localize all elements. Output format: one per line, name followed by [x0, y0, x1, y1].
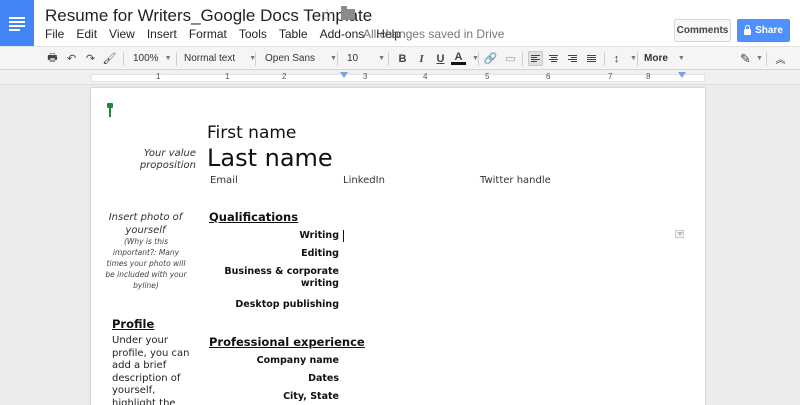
font-size-select[interactable]: 10 ▼ — [347, 50, 385, 67]
comments-button[interactable]: Comments — [674, 19, 731, 42]
style-value: Normal text — [184, 53, 236, 64]
last-name-heading[interactable]: Last name — [207, 144, 333, 172]
line-spacing-icon[interactable]: ↕ — [609, 51, 624, 66]
app-header: Resume for Writers_Google Docs Template … — [0, 0, 800, 46]
experience-heading[interactable]: Professional experience — [209, 335, 365, 349]
paint-format-icon[interactable]: 🖌 — [102, 51, 117, 66]
menu-tools[interactable]: Tools — [239, 27, 267, 41]
photo-placeholder-note[interactable]: (Why is this important?: Many times your… — [105, 236, 187, 291]
more-label: More — [644, 53, 668, 64]
text-color-button[interactable]: A — [451, 51, 466, 65]
menu-format[interactable]: Format — [189, 27, 227, 41]
menu-addons[interactable]: Add-ons — [320, 27, 365, 41]
first-name-heading[interactable]: First name — [207, 123, 296, 143]
paragraph-style-select[interactable]: Normal text ▼ — [184, 50, 256, 67]
ruler-number: 3 — [363, 72, 368, 81]
menu-insert[interactable]: Insert — [147, 27, 177, 41]
save-status[interactable]: All changes saved in Drive — [363, 27, 504, 41]
chevron-down-icon: ▼ — [378, 55, 386, 62]
skill-item[interactable]: Writing — [241, 230, 339, 242]
ruler-number: 1 — [156, 72, 161, 81]
chevron-down-icon: ▼ — [677, 55, 685, 62]
photo-placeholder-title[interactable]: Insert photo of yourself — [104, 211, 187, 237]
menu-edit[interactable]: Edit — [76, 27, 97, 41]
ruler-number: 5 — [485, 72, 490, 81]
ruler-number: 4 — [423, 72, 428, 81]
right-indent-marker[interactable] — [678, 72, 686, 78]
comment-icon[interactable]: ▭ — [503, 51, 518, 66]
font-size-value: 10 — [347, 53, 359, 64]
align-justify-button[interactable] — [584, 51, 599, 66]
share-button[interactable]: Share — [737, 19, 790, 42]
underline-button[interactable]: U — [433, 51, 448, 66]
ruler-number: 7 — [608, 72, 613, 81]
menu-bar: File Edit View Insert Format Tools Table… — [45, 27, 413, 41]
menu-table[interactable]: Table — [279, 27, 308, 41]
skill-item[interactable]: Editing — [241, 248, 339, 260]
ruler-track — [91, 74, 705, 82]
redo-icon[interactable]: ↷ — [83, 51, 98, 66]
folder-icon[interactable] — [341, 6, 355, 20]
comment-dropdown-icon[interactable] — [675, 230, 684, 238]
contact-linkedin[interactable]: LinkedIn — [343, 175, 385, 186]
line-spacing-dropdown[interactable]: ▼ — [624, 50, 637, 67]
value-proposition[interactable]: Your value proposition — [116, 148, 196, 172]
contact-email[interactable]: Email — [210, 175, 238, 186]
bold-button[interactable]: B — [395, 51, 410, 66]
editing-mode-dropdown[interactable]: ▼ — [750, 50, 763, 67]
profile-text[interactable]: Under your profile, you can add a brief … — [112, 335, 192, 405]
skill-item[interactable]: Business & corporate writing — [221, 266, 339, 290]
collapse-menus-icon[interactable]: ︽ — [773, 51, 788, 66]
formatting-toolbar: 🖶 ↶ ↷ 🖌 100% ▼ Normal text ▼ Open Sans ▼… — [0, 46, 800, 70]
contact-twitter[interactable]: Twitter handle — [480, 175, 551, 186]
experience-item[interactable]: Company name — [221, 355, 339, 367]
align-right-button[interactable] — [565, 51, 580, 66]
text-color-dropdown[interactable]: ▼ — [466, 50, 479, 67]
italic-button[interactable]: I — [414, 51, 429, 66]
more-button[interactable]: More ▼ — [644, 50, 685, 67]
zoom-select[interactable]: 100% ▼ — [133, 50, 172, 67]
ruler-number: 1 — [225, 72, 230, 81]
horizontal-ruler[interactable]: 1 1 2 3 4 5 6 7 8 — [0, 70, 800, 85]
chevron-down-icon: ▼ — [756, 55, 763, 62]
skill-item[interactable]: Desktop publishing — [221, 299, 339, 311]
menu-file[interactable]: File — [45, 27, 64, 41]
docs-logo-icon[interactable] — [0, 0, 34, 46]
star-icon[interactable]: ☆ — [320, 5, 334, 25]
align-center-button[interactable] — [546, 51, 561, 66]
font-value: Open Sans — [265, 53, 316, 64]
undo-icon[interactable]: ↶ — [64, 51, 79, 66]
link-icon[interactable]: 🔗 — [483, 51, 498, 66]
chevron-down-icon: ▼ — [164, 55, 172, 62]
left-indent-marker[interactable] — [340, 72, 348, 78]
text-cursor — [343, 230, 344, 242]
experience-item[interactable]: Dates — [221, 373, 339, 385]
chevron-down-icon: ▼ — [330, 55, 337, 62]
ruler-number: 6 — [546, 72, 551, 81]
lock-icon — [744, 25, 752, 35]
qualifications-heading[interactable]: Qualifications — [209, 210, 298, 224]
ruler-number: 8 — [646, 72, 651, 81]
collaborator-cursor — [107, 103, 113, 117]
share-label: Share — [755, 25, 783, 36]
font-select[interactable]: Open Sans ▼ — [265, 50, 337, 67]
print-icon[interactable]: 🖶 — [45, 51, 60, 66]
document-page[interactable]: First name Last name Email LinkedIn Twit… — [91, 88, 705, 405]
chevron-down-icon: ▼ — [630, 55, 637, 62]
align-left-button[interactable] — [528, 51, 543, 66]
profile-heading[interactable]: Profile — [112, 317, 154, 331]
zoom-value: 100% — [133, 53, 159, 64]
ruler-number: 2 — [282, 72, 287, 81]
menu-view[interactable]: View — [109, 27, 135, 41]
experience-item[interactable]: City, State — [221, 391, 339, 403]
